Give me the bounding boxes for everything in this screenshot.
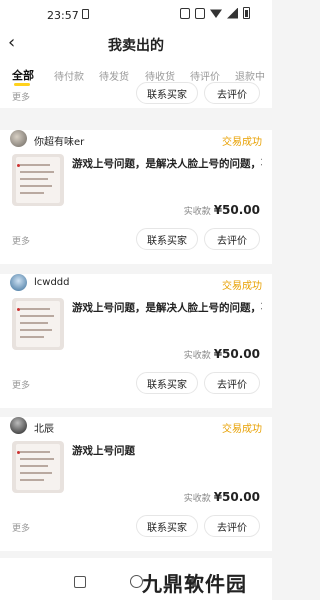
product-thumbnail[interactable] [12,154,64,206]
review-button[interactable]: 去评价 [204,82,260,104]
thumbnail-line [20,329,52,331]
tab-pending-shipment[interactable]: 待发货 [99,68,129,83]
thumbnail-line [20,479,44,481]
thumbnail-line [20,171,54,173]
order-status: 交易成功 [222,424,262,435]
product-title[interactable]: 游戏上号问题，是解决人脸上号的问题，不... [72,156,262,171]
wifi-icon [210,9,222,18]
tab-all[interactable]: 全部 [12,67,34,83]
avatar[interactable] [10,130,27,147]
received-amount: 实收款 ¥50.00 [184,203,260,217]
price-amount: ¥50.00 [213,490,260,504]
price-amount: ¥50.00 [213,347,260,361]
recent-apps-icon[interactable] [74,576,86,588]
received-amount: 实收款 ¥50.00 [184,347,260,361]
contact-buyer-button[interactable]: 联系买家 [136,82,198,104]
thumbnail-line [20,322,48,324]
thumbnail-line [20,185,52,187]
avatar[interactable] [10,274,27,291]
signal-icon [227,7,238,19]
thumbnail-line [20,178,48,180]
product-thumbnail[interactable] [12,298,64,350]
price-label: 实收款 [183,207,211,217]
review-button[interactable]: 去评价 [204,515,260,537]
page-header: ‹ 我卖出的 [0,28,272,62]
price-label: 实收款 [183,351,211,361]
phone-icon [82,9,89,19]
sim-icon [195,7,205,19]
thumbnail-line [20,451,50,453]
tab-pending-payment[interactable]: 待付款 [54,68,84,83]
product-title[interactable]: 游戏上号问题，是解决人脸上号的问题，不... [72,300,262,315]
contact-buyer-button[interactable]: 联系买家 [136,372,198,394]
review-button[interactable]: 去评价 [204,228,260,250]
nfc-icon [180,7,190,19]
tab-pending-review[interactable]: 待评价 [190,68,220,83]
order-card[interactable]: lcwddd 交易成功 游戏上号问题，是解决人脸上号的问题，不... 实收款 ¥… [0,274,272,408]
thumbnail-line [20,458,54,460]
thumbnail-line [20,465,48,467]
review-button[interactable]: 去评价 [204,372,260,394]
thumbnail-line [20,308,50,310]
thumbnail-line [20,192,44,194]
active-tab-indicator [14,83,30,86]
watermark: 九鼎软件园 [142,572,247,596]
contact-buyer-button[interactable]: 联系买家 [136,515,198,537]
order-card[interactable]: 你超有味er 交易成功 游戏上号问题，是解决人脸上号的问题，不... 实收款 ¥… [0,130,272,264]
product-title[interactable]: 游戏上号问题 [72,443,262,458]
status-bar: 23:57 [0,0,272,28]
page-title: 我卖出的 [108,38,164,54]
tab-refunding[interactable]: 退款中 [235,68,265,83]
more-link[interactable]: 更多 [12,521,30,534]
status-time: 23:57 [47,9,79,22]
order-status: 交易成功 [222,281,262,292]
received-amount: 实收款 ¥50.00 [184,490,260,504]
product-thumbnail[interactable] [12,441,64,493]
thumbnail-line [20,315,54,317]
battery-icon [243,7,250,19]
order-card[interactable]: 北辰 交易成功 游戏上号问题 实收款 ¥50.00 更多 联系买家 去评价 [0,417,272,551]
order-status: 交易成功 [222,137,262,148]
seller-name: lcwddd [34,277,70,288]
more-link[interactable]: 更多 [12,378,30,391]
tab-pending-receipt[interactable]: 待收货 [145,68,175,83]
status-icons [180,7,250,19]
contact-buyer-button[interactable]: 联系买家 [136,228,198,250]
avatar[interactable] [10,417,27,434]
more-link[interactable]: 更多 [12,234,30,247]
previous-order-actions: 更多 联系买家 去评价 [0,82,272,108]
thumbnail-line [20,472,52,474]
thumbnail-line [20,336,44,338]
more-link[interactable]: 更多 [12,90,30,103]
price-label: 实收款 [183,494,211,504]
seller-name: 你超有味er [34,137,85,148]
price-amount: ¥50.00 [213,203,260,217]
seller-name: 北辰 [34,424,54,435]
thumbnail-line [20,164,50,166]
